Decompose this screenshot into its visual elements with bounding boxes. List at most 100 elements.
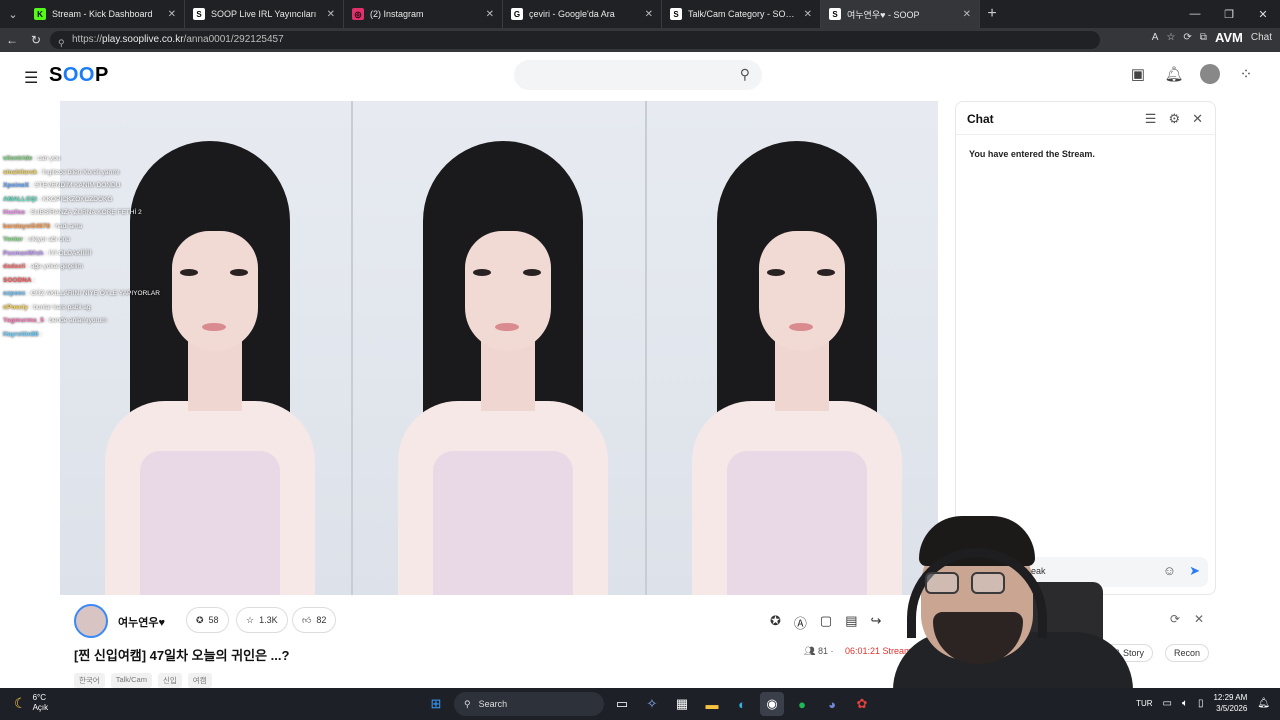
overlay-chat-line: AMALLOŞI : KKOPICKZOKCZDOKG [3,195,113,203]
chat-toolbar-button[interactable]: Chat [1251,32,1272,43]
window-controls: — ❐ ✕ [1178,0,1280,28]
chat-title: Chat [967,112,994,126]
copilot-icon[interactable]: ✧ [640,692,664,716]
star-icon: ☆ [246,614,255,625]
refresh-related-icon[interactable]: ⟳ [1170,612,1180,626]
brand-avm[interactable]: AVM [1215,30,1243,45]
overlay-chat-line: Hayrettin88 : [3,330,43,338]
search-icon: ⚲ [464,698,471,709]
read-aloud-icon[interactable]: A [1152,32,1159,43]
bell-icon[interactable]: 🔔︎ [1164,65,1184,83]
like-button[interactable]: 👍︎ 82 [292,607,337,633]
menu-icon[interactable]: ☰ [24,68,38,88]
close-window-button[interactable]: ✕ [1246,0,1280,28]
sticker-icon[interactable]: ▢ [820,613,832,632]
back-button[interactable]: ← [0,28,24,52]
webcam-overlay [893,512,1163,690]
url-path: /anna0001/292125457 [183,34,284,45]
browser-tab[interactable]: K Stream - Kick Dashboard ✕ [26,0,185,28]
spotify-icon[interactable]: ● [790,692,814,716]
stream-tag[interactable]: Talk/Cam [110,673,152,688]
close-icon[interactable]: ✕ [1192,111,1203,127]
tab-title: Talk/Cam Category - SOOP [688,9,798,19]
site-info-icon[interactable]: ⚲ [58,34,65,52]
weather-widget[interactable]: ☾ 6°C Açık [14,693,48,713]
windows-start-icon[interactable]: ⊞ [424,692,448,716]
browser-tab[interactable]: S Talk/Cam Category - SOOP ✕ [662,0,821,28]
browser-toolbar-right: A ☆ ⟳ ⧉ AVM Chat [1152,30,1272,45]
clock[interactable]: 12:29 AM 3/5/2026 [1213,692,1247,714]
app-icon[interactable]: ✿ [850,692,874,716]
weather-condition: Açık [32,703,49,712]
related-tab-recommended[interactable]: Recon [1165,644,1210,662]
tab-close-icon[interactable]: ✕ [327,9,335,20]
tab-close-icon[interactable]: ✕ [486,9,494,20]
browser-tab[interactable]: S SOOP Live IRL Yayıncıları ✕ [185,0,344,28]
gift-box-icon[interactable]: ▤ [845,613,857,632]
video-player[interactable] [60,101,938,595]
tab-close-icon[interactable]: ✕ [168,9,176,20]
discord-icon[interactable]: ◕ [820,692,844,716]
minimize-button[interactable]: — [1178,0,1212,28]
file-explorer-icon[interactable]: ▬ [700,692,724,716]
tab-title: çeviri - Google'da Ara [529,9,615,19]
refresh-extension-icon[interactable]: ⟳ [1183,32,1191,43]
emoji-icon[interactable]: ☺ [1163,563,1176,578]
reload-button[interactable]: ↻ [24,28,48,52]
address-bar-row: ← ↻ ⚲ https://play.sooplive.co.kr/anna000… [0,28,1280,52]
close-related-icon[interactable]: ✕ [1194,612,1204,626]
apps-grid-icon[interactable]: ⁘ [1236,65,1256,83]
overlay-chat-line: baratayoi54678 : hadi ama [3,222,83,230]
tab-close-icon[interactable]: ✕ [645,9,653,20]
favorite-star-icon[interactable]: ☆ [1166,32,1175,43]
tab-favicon-icon: ◎ [352,8,364,20]
network-icon[interactable]: ▭ [1163,698,1172,709]
thumbs-up-icon: 👍︎ [302,614,312,625]
share-icon[interactable]: ↪ [871,613,882,632]
browser-tab[interactable]: S 여누연우♥ - SOOP ✕ [821,0,980,28]
send-icon[interactable]: ➤ [1189,563,1200,579]
favorite-button[interactable]: ☆ 1.3K [236,607,288,633]
taskbar-apps: ⊞ ⚲ Search ▭ ✧ ▦ ▬ ◐ ◉ ● ◕ ✿ [424,692,874,716]
balloon-gift-icon[interactable]: ✪ [770,613,781,632]
stream-tag[interactable]: 한국어 [74,673,105,688]
streamer-avatar[interactable] [74,604,108,638]
profile-icon[interactable] [1200,64,1220,84]
browser-tab[interactable]: Gçeviri - Google'da Ara ✕ [503,0,662,28]
notification-bell-icon[interactable]: 🔔︎ [1257,698,1270,709]
soop-logo[interactable]: SOOP [49,64,109,87]
collections-icon[interactable]: ⧉ [1200,32,1207,43]
tab-close-icon[interactable]: ✕ [963,9,971,20]
stream-title: [찐 신입여캠] 47일차 오늘의 귀인은 ...? [74,648,290,663]
stream-tag[interactable]: 여캠 [187,673,212,688]
stream-tag[interactable]: 신입 [157,673,182,688]
user-list-icon[interactable]: ☰ [1145,111,1157,127]
edge-icon[interactable]: ◐ [730,692,754,716]
search-input[interactable]: ⚲ [514,60,762,90]
overlay-chat-line: Yenter : sikiyor abi onu [3,236,70,243]
tab-search-menu[interactable]: ⌄ [0,0,26,28]
tab-close-icon[interactable]: ✕ [804,9,812,20]
browser-tab[interactable]: ◎ (2) Instagram ✕ [344,0,503,28]
url-field[interactable]: ⚲ https://play.sooplive.co.kr/anna0001/29… [50,31,1100,49]
tab-favicon-icon: K [34,8,46,20]
star-balloon-button[interactable]: ✪ 58 [186,607,229,633]
gear-icon[interactable]: ⚙ [1168,111,1180,127]
search-icon[interactable]: ⚲ [740,66,750,83]
steam-icon[interactable]: ◉ [760,692,784,716]
store-icon[interactable]: ▦ [670,692,694,716]
new-tab-button[interactable]: + [980,5,1004,23]
overlay-chat-line: sinahilarsk : İngilizce bilen Koreli yar… [3,168,120,176]
video-camera-icon[interactable]: ▣ [1128,65,1148,83]
volume-icon[interactable]: 🔈︎ [1182,698,1188,709]
streamer-name[interactable]: 여누연우♥ [118,614,165,630]
language-indicator[interactable]: TUR [1136,699,1152,708]
system-tray: TUR ▭ 🔈︎ ▯ 12:29 AM 3/5/2026 🔔︎ [1136,692,1270,714]
tab-favicon-icon: S [670,8,682,20]
site-header: ☰ SOOP ⚲ ▣ 🔔︎ ⁘ [0,52,1280,100]
maximize-button[interactable]: ❐ [1212,0,1246,28]
ad-balloon-icon[interactable]: Ⓐ [794,613,807,632]
battery-icon[interactable]: ▯ [1198,698,1204,709]
task-view-icon[interactable]: ▭ [610,692,634,716]
taskbar-search[interactable]: ⚲ Search [454,692,604,716]
